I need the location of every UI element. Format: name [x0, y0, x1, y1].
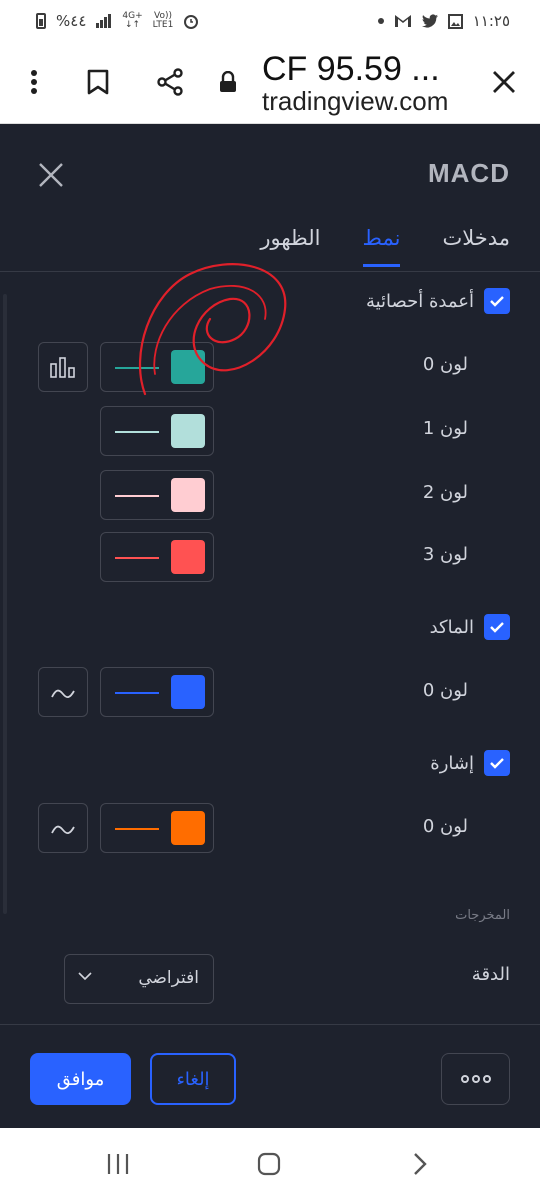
line-chart-icon	[51, 825, 75, 834]
histogram-plot-type-button[interactable]	[38, 342, 88, 392]
tab-style[interactable]: نمط	[362, 226, 401, 267]
precision-label: الدقة	[471, 964, 510, 985]
color-square	[171, 540, 205, 574]
signal-checkbox[interactable]	[484, 750, 510, 776]
tab-visibility[interactable]: الظهور	[260, 226, 320, 267]
volte-indicator: Vo)) LTE1	[152, 11, 174, 30]
histogram-color-0-swatch[interactable]	[100, 342, 214, 392]
macd-plot-type-button[interactable]	[38, 667, 88, 717]
line-preview	[115, 828, 159, 830]
macd-row[interactable]: الماكد	[430, 614, 510, 640]
precision-value: افتراضي	[138, 968, 199, 988]
signal-plot-type-button[interactable]	[38, 803, 88, 853]
dot-icon	[460, 1075, 469, 1083]
dot-icon	[471, 1075, 480, 1083]
color-square	[171, 350, 205, 384]
histogram-color-3-label: لون 3	[422, 544, 468, 565]
histogram-row[interactable]: أعمدة أحصائية	[366, 288, 510, 314]
histogram-checkbox[interactable]	[484, 288, 510, 314]
histogram-color-1-label: لون 1	[422, 418, 468, 439]
recent-apps-icon[interactable]	[98, 1148, 138, 1180]
histogram-color-1-swatch[interactable]	[100, 406, 214, 456]
ok-button[interactable]: موافق	[30, 1053, 131, 1105]
line-preview	[115, 495, 159, 497]
network-indicator: 4G+ ↓↑	[122, 11, 143, 30]
dialog-title: MACD	[428, 158, 510, 188]
macd-color-label: لون 0	[422, 680, 468, 701]
battery-level: %٤٤	[56, 12, 87, 30]
histogram-label: أعمدة أحصائية	[365, 290, 474, 312]
dot-icon	[482, 1075, 491, 1083]
signal-color-swatch[interactable]	[100, 803, 214, 853]
share-icon[interactable]	[150, 62, 190, 102]
cancel-button[interactable]: إلغاء	[150, 1053, 236, 1105]
browser-toolbar: CF 95.59 ... tradingview.com	[0, 42, 540, 124]
signal-row[interactable]: إشارة	[430, 750, 510, 776]
macd-color-swatch[interactable]	[100, 667, 214, 717]
dialog-tabs: مدخلات نمط الظهور	[260, 226, 510, 267]
line-preview	[115, 431, 159, 433]
line-preview	[115, 557, 159, 559]
signal-icon	[96, 14, 112, 28]
color-square	[171, 478, 205, 512]
back-icon[interactable]	[400, 1148, 440, 1180]
color-square	[171, 414, 205, 448]
signal-color-label: لون 0	[422, 816, 468, 837]
gmail-icon	[394, 15, 411, 27]
histogram-color-3-swatch[interactable]	[100, 532, 214, 582]
line-preview	[115, 367, 159, 369]
bar-chart-icon	[50, 357, 75, 378]
more-vert-icon[interactable]	[14, 62, 54, 102]
macd-label: الماكد	[429, 616, 474, 638]
chevron-down-icon	[78, 972, 92, 981]
notification-dot-icon	[377, 18, 384, 24]
clock: ١١:٢٥	[472, 12, 510, 30]
tabs-divider	[0, 271, 540, 272]
home-icon[interactable]	[249, 1148, 289, 1180]
color-square	[171, 675, 205, 709]
lock-icon	[208, 62, 248, 102]
signal-label: إشارة	[430, 752, 474, 774]
indicator-settings-dialog: MACD مدخلات نمط الظهور أعمدة أحصائية لون…	[0, 124, 540, 1128]
histogram-color-2-swatch[interactable]	[100, 470, 214, 520]
gallery-icon	[447, 13, 463, 29]
dialog-close-icon[interactable]	[36, 160, 66, 190]
page-title[interactable]: CF 95.59 ...	[262, 50, 440, 89]
color-square	[171, 811, 205, 845]
page-url[interactable]: tradingview.com	[262, 86, 472, 117]
bookmark-icon[interactable]	[78, 62, 118, 102]
histogram-color-0-label: لون 0	[422, 354, 468, 375]
status-bar: %٤٤ 4G+ ↓↑ Vo)) LTE1 ١١:٢٥	[0, 0, 540, 42]
system-nav-bar	[0, 1128, 540, 1200]
close-icon[interactable]	[484, 62, 524, 102]
more-options-button[interactable]	[441, 1053, 510, 1105]
line-preview	[115, 692, 159, 694]
twitter-icon	[421, 14, 438, 28]
precision-select[interactable]: افتراضي	[64, 954, 214, 1004]
tab-inputs[interactable]: مدخلات	[442, 226, 510, 267]
scrollbar[interactable]	[3, 294, 7, 914]
macd-checkbox[interactable]	[484, 614, 510, 640]
footer-divider	[0, 1024, 540, 1025]
line-chart-icon	[51, 689, 75, 698]
battery-icon	[36, 13, 46, 29]
outputs-caption: المخرجات	[455, 908, 510, 923]
alarm-icon	[184, 15, 199, 29]
histogram-color-2-label: لون 2	[422, 482, 468, 503]
